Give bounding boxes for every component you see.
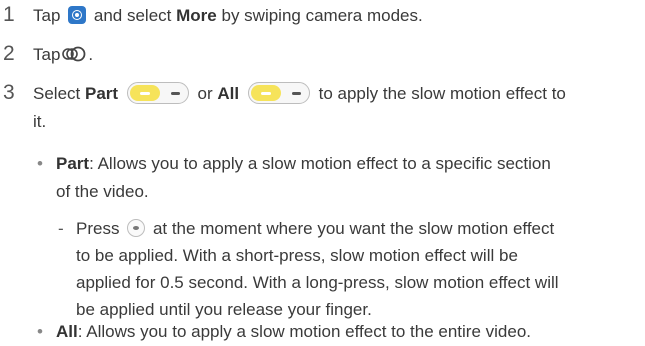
step-3-or: or	[197, 84, 213, 103]
toggle-part-on-segment	[129, 84, 160, 101]
step-number-2: 2	[3, 42, 15, 65]
step-1-text: Tap and select More by swiping camera mo…	[33, 5, 423, 27]
sub-item-line2: to be applied. With a short-press, slow …	[76, 246, 518, 265]
camera-app-icon	[68, 5, 87, 24]
bullet-all-line1: All: Allows you to apply a slow motion e…	[56, 321, 531, 343]
bullet-all-desc: : Allows you to apply a slow motion effe…	[77, 322, 532, 341]
toggle-part-icon	[126, 81, 189, 104]
bullet-marker-part: •	[37, 154, 43, 173]
bullet-part-line2: of the video.	[56, 182, 149, 201]
step-3-all: All	[217, 84, 240, 103]
step-number-1: 1	[3, 3, 15, 26]
step-1-tap: Tap	[33, 6, 61, 25]
step-3-part: Part	[84, 84, 119, 103]
step-2-tap: Tap	[33, 45, 61, 64]
toggle-part-off-segment	[170, 91, 180, 95]
step-1-more: More	[176, 6, 217, 25]
step-3-select: Select	[33, 84, 81, 103]
sub-item-line1: Press at the moment where you want the s…	[76, 218, 554, 240]
toggle-all-off-segment	[291, 91, 301, 95]
slow-motion-icon	[61, 46, 87, 62]
step-3-text-cont: it.	[33, 112, 47, 131]
sub-item-press: Press	[76, 219, 120, 238]
step-number-3: 3	[3, 81, 15, 104]
step-2-period: .	[88, 45, 94, 64]
step-3-rest: to apply the slow motion effect to	[318, 84, 566, 103]
step-1-select: and select	[93, 6, 172, 25]
sub-item-line1-rest: at the moment where you want the slow mo…	[152, 219, 555, 238]
step-1-rest: by swiping camera modes.	[221, 6, 423, 25]
bullet-marker-all: •	[37, 322, 43, 341]
bullet-part-line1: Part: Allows you to apply a slow motion …	[56, 153, 551, 175]
toggle-all-on-segment	[250, 84, 281, 101]
toggle-all-icon	[247, 81, 310, 104]
sub-item-line3: applied for 0.5 second. With a long-pres…	[76, 273, 559, 292]
step-2-text: Tap .	[33, 44, 93, 66]
sub-item-marker: -	[58, 219, 64, 238]
sub-item-line4: be applied until you release your finger…	[76, 300, 372, 319]
bullet-all-term: All	[56, 322, 78, 341]
step-3-text: Select Part or All to apply the slow mot…	[33, 81, 566, 106]
bullet-part-desc: : Allows you to apply a slow motion effe…	[89, 154, 551, 173]
bullet-part-term: Part	[56, 154, 90, 173]
capture-button-icon	[127, 218, 146, 237]
